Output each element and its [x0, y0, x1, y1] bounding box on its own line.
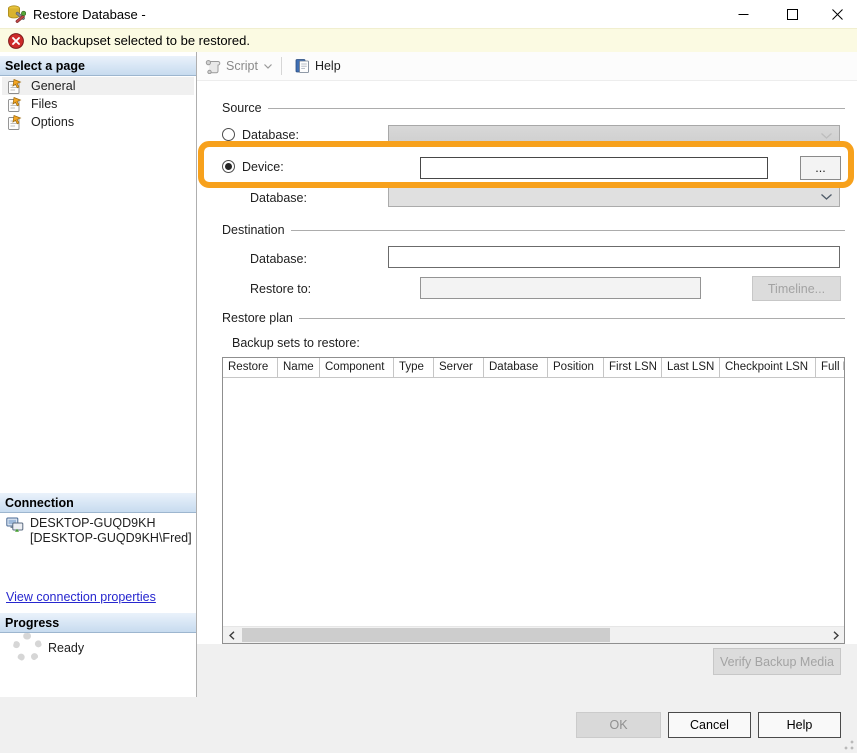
view-connection-properties-link[interactable]: View connection properties: [6, 590, 156, 604]
column-header[interactable]: Last LSN: [662, 358, 720, 377]
close-button[interactable]: [814, 0, 857, 28]
column-header[interactable]: Position: [548, 358, 604, 377]
connection-info: DESKTOP-GUQD9KH [DESKTOP-GUQD9KH\Fred]: [6, 516, 192, 546]
alert-message: No backupset selected to be restored.: [31, 33, 250, 48]
restore-plan-title: Restore plan: [222, 311, 293, 325]
sidebar-item-options[interactable]: Options: [2, 113, 194, 131]
progress-header: Progress: [0, 613, 196, 633]
restore-plan-group: Restore plan: [222, 311, 845, 325]
backup-sets-label: Backup sets to restore:: [232, 336, 360, 350]
maximize-button[interactable]: [769, 0, 815, 28]
column-header[interactable]: Database: [484, 358, 548, 377]
sidebar: Select a page General Files Options Conn…: [0, 52, 197, 697]
toolbar: Script Help: [197, 52, 857, 81]
destination-group: Destination: [222, 223, 845, 237]
column-header[interactable]: Checkpoint LSN: [720, 358, 816, 377]
page-icon: [8, 114, 22, 130]
connection-header: Connection: [0, 493, 196, 513]
sidebar-item-label: General: [31, 79, 76, 93]
column-header[interactable]: Type: [394, 358, 434, 377]
page-icon: [8, 78, 22, 94]
destination-title: Destination: [222, 223, 285, 237]
maximize-icon: [786, 8, 798, 20]
select-a-page-header: Select a page: [0, 56, 196, 76]
script-button[interactable]: Script: [201, 54, 276, 78]
window-title: Restore Database -: [33, 7, 146, 22]
progress-status: Ready: [48, 641, 85, 655]
column-header[interactable]: Full LSN: [816, 358, 844, 377]
table-header-row: Restore Name Component Type Server Datab…: [223, 358, 844, 378]
column-header[interactable]: Server: [434, 358, 484, 377]
toolbar-separator: [280, 57, 282, 75]
connection-server: DESKTOP-GUQD9KH: [30, 516, 156, 530]
browse-device-button[interactable]: ...: [800, 156, 841, 180]
database-radio-label: Database:: [242, 128, 299, 142]
page-icon: [8, 96, 22, 112]
minimize-icon: [738, 13, 748, 15]
timeline-button: Timeline...: [752, 276, 841, 301]
column-header[interactable]: First LSN: [604, 358, 662, 377]
source-group: Source: [222, 101, 845, 115]
help-button-footer[interactable]: Help: [758, 712, 841, 738]
alert-bar: No backupset selected to be restored.: [0, 28, 857, 52]
device-input[interactable]: [420, 157, 768, 179]
scrollbar-thumb[interactable]: [242, 628, 610, 642]
source-database-label: Database:: [250, 191, 307, 205]
backup-sets-table: Restore Name Component Type Server Datab…: [222, 357, 845, 644]
chevron-down-icon: [264, 63, 272, 69]
resize-grip[interactable]: [844, 740, 854, 750]
sidebar-item-general[interactable]: General: [2, 77, 194, 95]
source-database-combo: [388, 125, 840, 146]
chevron-down-icon: [821, 193, 832, 200]
cancel-button[interactable]: Cancel: [668, 712, 751, 738]
verify-backup-media-button: Verify Backup Media: [713, 648, 841, 675]
restore-to-label: Restore to:: [250, 282, 312, 296]
column-header[interactable]: Name: [278, 358, 320, 377]
help-toolbar-label: Help: [314, 59, 341, 73]
destination-database-label: Database:: [250, 252, 307, 266]
sidebar-item-label: Files: [31, 97, 58, 111]
connection-user: [DESKTOP-GUQD9KH\Fred]: [30, 531, 192, 545]
scroll-right-button[interactable]: [827, 627, 844, 643]
device-radio[interactable]: [222, 160, 235, 173]
database-radio[interactable]: [222, 128, 235, 141]
destination-database-combo[interactable]: [388, 246, 840, 268]
column-header[interactable]: Component: [320, 358, 394, 377]
device-radio-label: Device:: [242, 160, 284, 174]
horizontal-scrollbar[interactable]: [223, 626, 844, 643]
main-content: Script Help Source Database: Device: ...…: [197, 52, 857, 753]
source-title: Source: [222, 101, 262, 115]
script-label: Script: [226, 59, 258, 73]
close-icon: [831, 8, 843, 20]
progress-spinner-icon: [13, 633, 42, 662]
help-icon: [295, 59, 309, 73]
help-button[interactable]: Help: [291, 54, 345, 78]
title-bar: Restore Database -: [0, 0, 857, 28]
chevron-right-icon: [833, 630, 839, 640]
column-header[interactable]: Restore: [223, 358, 278, 377]
scroll-left-button[interactable]: [223, 627, 240, 643]
chevron-left-icon: [228, 630, 234, 640]
restore-to-input: [420, 277, 701, 299]
sidebar-item-files[interactable]: Files: [2, 95, 194, 113]
error-icon: [8, 32, 24, 49]
minimize-button[interactable]: [720, 0, 766, 28]
ok-button: OK: [576, 712, 661, 738]
script-icon: [205, 59, 221, 74]
source-database-target-combo[interactable]: [388, 186, 840, 207]
server-icon: [6, 517, 24, 532]
sidebar-item-label: Options: [31, 115, 75, 129]
chevron-down-icon: [821, 132, 832, 139]
restore-database-dialog: Restore Database - No backupset selected…: [0, 0, 857, 753]
restore-database-icon: [8, 5, 26, 23]
